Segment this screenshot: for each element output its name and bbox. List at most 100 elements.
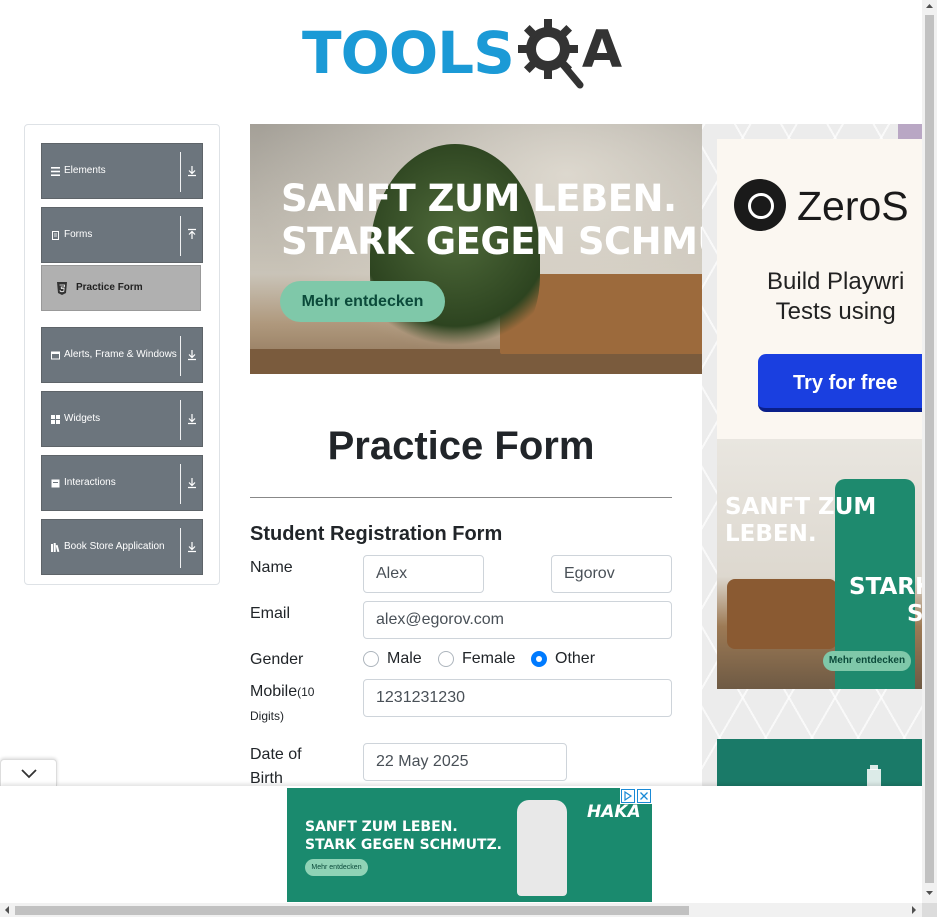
close-icon[interactable]: [637, 789, 651, 803]
square-icon: [51, 479, 60, 488]
gender-radio-male[interactable]: Male: [363, 650, 422, 668]
document-icon: [52, 231, 59, 240]
radio-button[interactable]: [363, 651, 379, 667]
ad-edge-strip: [898, 124, 922, 139]
advertisement-banner-bottom[interactable]: SANFT ZUM LEBEN. STARK GEGEN SCHMUTZ. Me…: [287, 788, 652, 902]
headline-line2: STARK GEGEN SCHMUTZ.: [305, 837, 502, 853]
divider: [250, 497, 672, 498]
collapse-arrow-icon[interactable]: [186, 228, 198, 242]
sidebar-group-interactions[interactable]: Interactions: [41, 455, 203, 511]
sidebar-item-practice-form[interactable]: Practice Form: [41, 265, 201, 311]
zerostep-logo-icon: [734, 179, 786, 231]
sidebar-group-book-store-application[interactable]: Book Store Application: [41, 519, 203, 575]
dob-label-line1: Date of: [250, 746, 302, 763]
sidebar: Elements Forms Practice Form Alerts, Fra…: [24, 124, 220, 585]
expand-arrow-icon[interactable]: [186, 476, 198, 490]
horizontal-scrollbar[interactable]: [0, 903, 922, 917]
ad-headline: SANFT ZUM LEBEN. STARK GEGEN SCHMU: [281, 177, 702, 263]
haka-ad-right[interactable]: SANFT ZUM LEBEN. STARK G SCH Mehr entdec…: [717, 439, 922, 689]
separator: [180, 216, 181, 256]
ad-cta-button[interactable]: Mehr entdecken: [280, 281, 445, 322]
email-label: Email: [250, 605, 291, 622]
sidebar-group-alerts-frame-windows[interactable]: Alerts, Frame & Windows: [41, 327, 203, 383]
scroll-left-arrow-icon[interactable]: [4, 906, 10, 914]
email-input[interactable]: [363, 601, 672, 639]
sidebar-group-forms[interactable]: Forms: [41, 207, 203, 263]
headline-line2: LEBEN.: [725, 521, 817, 547]
grid-icon: [51, 415, 60, 424]
sidebar-group-label: Book Store Application: [64, 541, 165, 552]
headline-line1: SANFT ZUM: [725, 494, 877, 520]
ad-right-headline: SANFT ZUM LEBEN.: [725, 494, 876, 548]
ad-right-green-block: [717, 739, 922, 789]
ad-headline-line2: STARK GEGEN SCHMU: [281, 220, 702, 263]
headline-line3: STARK G: [849, 574, 922, 600]
form-subtitle: Student Registration Form: [250, 523, 503, 545]
haka-logo: HAKA: [587, 802, 641, 822]
advertisement-right[interactable]: ZeroS Build Playwri Tests using Try for …: [702, 124, 922, 789]
radio-button-checked[interactable]: [531, 651, 547, 667]
sidebar-group-label: Widgets: [64, 413, 101, 424]
bottle-icon: [867, 765, 881, 789]
ad-right-cta-button[interactable]: Mehr entdecken: [823, 651, 911, 671]
sidebar-item-label: Practice Form: [76, 282, 143, 293]
html5-icon: [57, 282, 67, 295]
scrollbar-corner: [922, 903, 937, 917]
gear-magnifier-icon: [517, 19, 584, 89]
sidebar-group-label: Alerts, Frame & Windows: [64, 349, 177, 360]
vertical-scroll-thumb[interactable]: [925, 15, 934, 883]
advertisement-banner-top[interactable]: SANFT ZUM LEBEN. STARK GEGEN SCHMU Mehr …: [250, 124, 702, 374]
date-of-birth-input[interactable]: [363, 743, 567, 781]
separator: [180, 152, 181, 192]
gender-radio-other[interactable]: Other: [531, 650, 595, 668]
gender-radio-female[interactable]: Female: [438, 650, 515, 668]
mobile-input[interactable]: [363, 679, 672, 717]
separator: [180, 400, 181, 440]
radio-label[interactable]: Other: [555, 650, 595, 668]
sidebar-group-label: Forms: [64, 229, 93, 240]
tagline-line2: Tests using: [775, 298, 896, 325]
horizontal-scroll-thumb[interactable]: [15, 906, 689, 915]
expand-arrow-icon[interactable]: [186, 164, 198, 178]
scroll-down-arrow-icon[interactable]: [926, 890, 933, 896]
mobile-hint-line2: Digits): [250, 709, 285, 723]
radio-label[interactable]: Male: [387, 650, 422, 668]
zerostep-ad[interactable]: ZeroS Build Playwri Tests using Try for …: [717, 139, 922, 439]
scroll-up-arrow-icon[interactable]: [926, 3, 933, 9]
toolsqa-logo[interactable]: TOOLS A: [302, 16, 622, 90]
mobile-hint: (10: [297, 685, 315, 699]
expand-arrow-icon[interactable]: [186, 348, 198, 362]
page: TOOLS A Elements Forms Practice Form Ale…: [0, 0, 937, 917]
sidebar-group-widgets[interactable]: Widgets: [41, 391, 203, 447]
window-icon: [51, 351, 60, 360]
tagline-line1: Build Playwri: [767, 268, 905, 295]
sidebar-group-label: Elements: [64, 165, 106, 176]
logo-text: TOOLS: [302, 19, 515, 87]
collapse-ad-button[interactable]: [0, 759, 57, 786]
list-icon: [51, 167, 60, 176]
adchoices-icon[interactable]: [621, 789, 635, 803]
headline-line4: SCH: [906, 601, 922, 627]
mobile-label: Mobile(10 Digits): [250, 680, 314, 728]
ad-headline-line1: SANFT ZUM LEBEN.: [281, 177, 677, 220]
ad-bottom-headline: SANFT ZUM LEBEN. STARK GEGEN SCHMUTZ.: [305, 818, 502, 854]
radio-label[interactable]: Female: [462, 650, 515, 668]
zerostep-tagline: Build Playwri Tests using: [767, 267, 904, 327]
expand-arrow-icon[interactable]: [186, 540, 198, 554]
vertical-scrollbar[interactable]: [922, 0, 937, 903]
date-of-birth-label: Date of Birth: [250, 743, 302, 791]
ad-chair-image: [727, 579, 837, 649]
expand-arrow-icon[interactable]: [186, 412, 198, 426]
radio-button[interactable]: [438, 651, 454, 667]
try-for-free-button[interactable]: Try for free: [758, 354, 922, 412]
ad-bottom-cta-button[interactable]: Mehr entdecken: [305, 859, 368, 876]
separator: [180, 464, 181, 504]
last-name-input[interactable]: [551, 555, 672, 593]
sidebar-group-elements[interactable]: Elements: [41, 143, 203, 199]
scroll-right-arrow-icon[interactable]: [911, 906, 917, 914]
ad-choices[interactable]: [620, 788, 652, 804]
ad-right-subheadline: STARK G SCH: [849, 574, 922, 628]
first-name-input[interactable]: [363, 555, 484, 593]
headline-line1: SANFT ZUM LEBEN.: [305, 819, 458, 835]
name-label: Name: [250, 559, 293, 576]
